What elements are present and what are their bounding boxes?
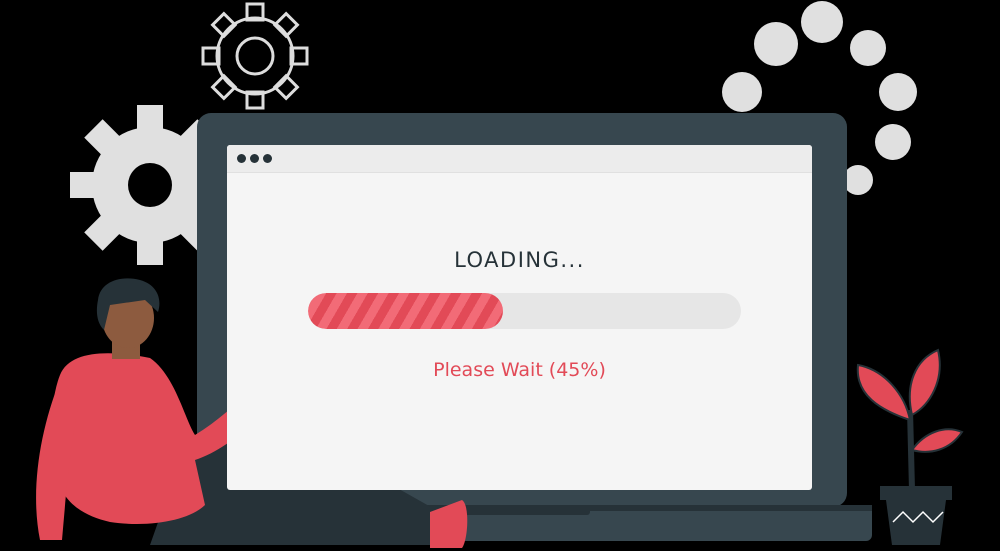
outline-gear-icon bbox=[201, 2, 309, 110]
browser-window: LOADING... Please Wait (45%) bbox=[227, 145, 812, 490]
illustration-scene: LOADING... Please Wait (45%) bbox=[0, 0, 1000, 551]
loading-title: LOADING... bbox=[454, 248, 585, 272]
status-text: Please Wait (45%) bbox=[433, 359, 606, 381]
window-titlebar bbox=[227, 145, 812, 173]
window-dot-icon bbox=[250, 154, 259, 163]
window-dot-icon bbox=[263, 154, 272, 163]
progress-bar bbox=[308, 293, 741, 329]
progress-fill bbox=[308, 293, 503, 329]
window-dot-icon bbox=[237, 154, 246, 163]
plant-icon bbox=[856, 348, 964, 545]
